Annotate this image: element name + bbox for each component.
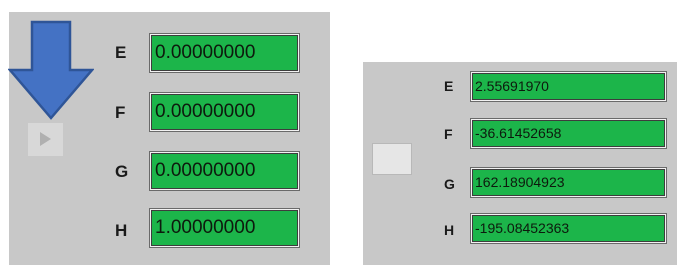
down-arrow-icon <box>8 20 94 120</box>
field-f[interactable]: -36.61452658 <box>471 119 666 148</box>
field-e[interactable]: 2.55691970 <box>471 72 666 101</box>
label-f: F <box>444 126 453 142</box>
field-g[interactable]: 162.18904923 <box>471 168 666 197</box>
label-g: G <box>115 162 129 181</box>
right-panel: E 2.55691970 F -36.61452658 G 162.189049… <box>363 62 677 265</box>
run-button[interactable] <box>372 143 412 175</box>
field-g[interactable]: 0.00000000 <box>150 152 299 190</box>
field-e[interactable]: 0.00000000 <box>150 34 299 72</box>
label-f: F <box>115 103 126 122</box>
play-icon <box>40 132 51 146</box>
label-h: H <box>115 221 128 240</box>
label-e: E <box>115 43 127 62</box>
field-h[interactable]: -195.08452363 <box>471 214 666 243</box>
label-h: H <box>444 222 455 238</box>
label-g: G <box>444 176 455 192</box>
label-e: E <box>444 78 454 94</box>
run-button-disabled[interactable] <box>28 123 63 156</box>
field-h[interactable]: 1.00000000 <box>150 209 299 247</box>
field-f[interactable]: 0.00000000 <box>150 93 299 131</box>
